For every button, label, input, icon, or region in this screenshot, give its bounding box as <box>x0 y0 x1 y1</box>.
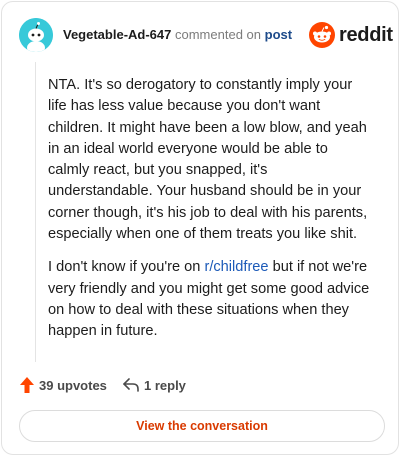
comment-header: Vegetable-Ad-647 commented on post reddi… <box>19 18 393 52</box>
comment-embed-card: Vegetable-Ad-647 commented on post reddi… <box>1 1 399 455</box>
comment-paragraph: I don't know if you're on r/childfree bu… <box>48 257 370 342</box>
comment-body: NTA. It's so derogatory to constantly im… <box>48 75 370 355</box>
view-conversation-button[interactable]: View the conversation <box>19 410 385 442</box>
comment-paragraph: NTA. It's so derogatory to constantly im… <box>48 77 368 243</box>
commented-on-text: commented on <box>175 27 261 42</box>
upvote-button[interactable]: 39 upvotes <box>20 374 107 396</box>
reddit-logo-icon <box>309 22 335 48</box>
reddit-logo[interactable]: reddit <box>309 22 393 48</box>
reply-count: 1 reply <box>144 377 186 393</box>
reddit-wordmark: reddit <box>339 24 393 46</box>
post-link[interactable]: post <box>265 27 292 42</box>
snoo-avatar-icon[interactable] <box>19 18 53 52</box>
upvote-arrow-icon <box>20 377 34 393</box>
upvote-count: 39 upvotes <box>39 377 107 393</box>
author-line: Vegetable-Ad-647 commented on post <box>63 27 292 42</box>
paragraph-text: I don't know if you're on <box>48 259 205 276</box>
thread-line <box>35 62 36 362</box>
reply-button[interactable]: 1 reply <box>123 374 186 396</box>
username-link[interactable]: Vegetable-Ad-647 <box>63 27 171 42</box>
reply-arrow-icon <box>123 378 139 392</box>
subreddit-link[interactable]: r/childfree <box>204 259 268 275</box>
comment-actions: 39 upvotes 1 reply <box>20 374 320 396</box>
